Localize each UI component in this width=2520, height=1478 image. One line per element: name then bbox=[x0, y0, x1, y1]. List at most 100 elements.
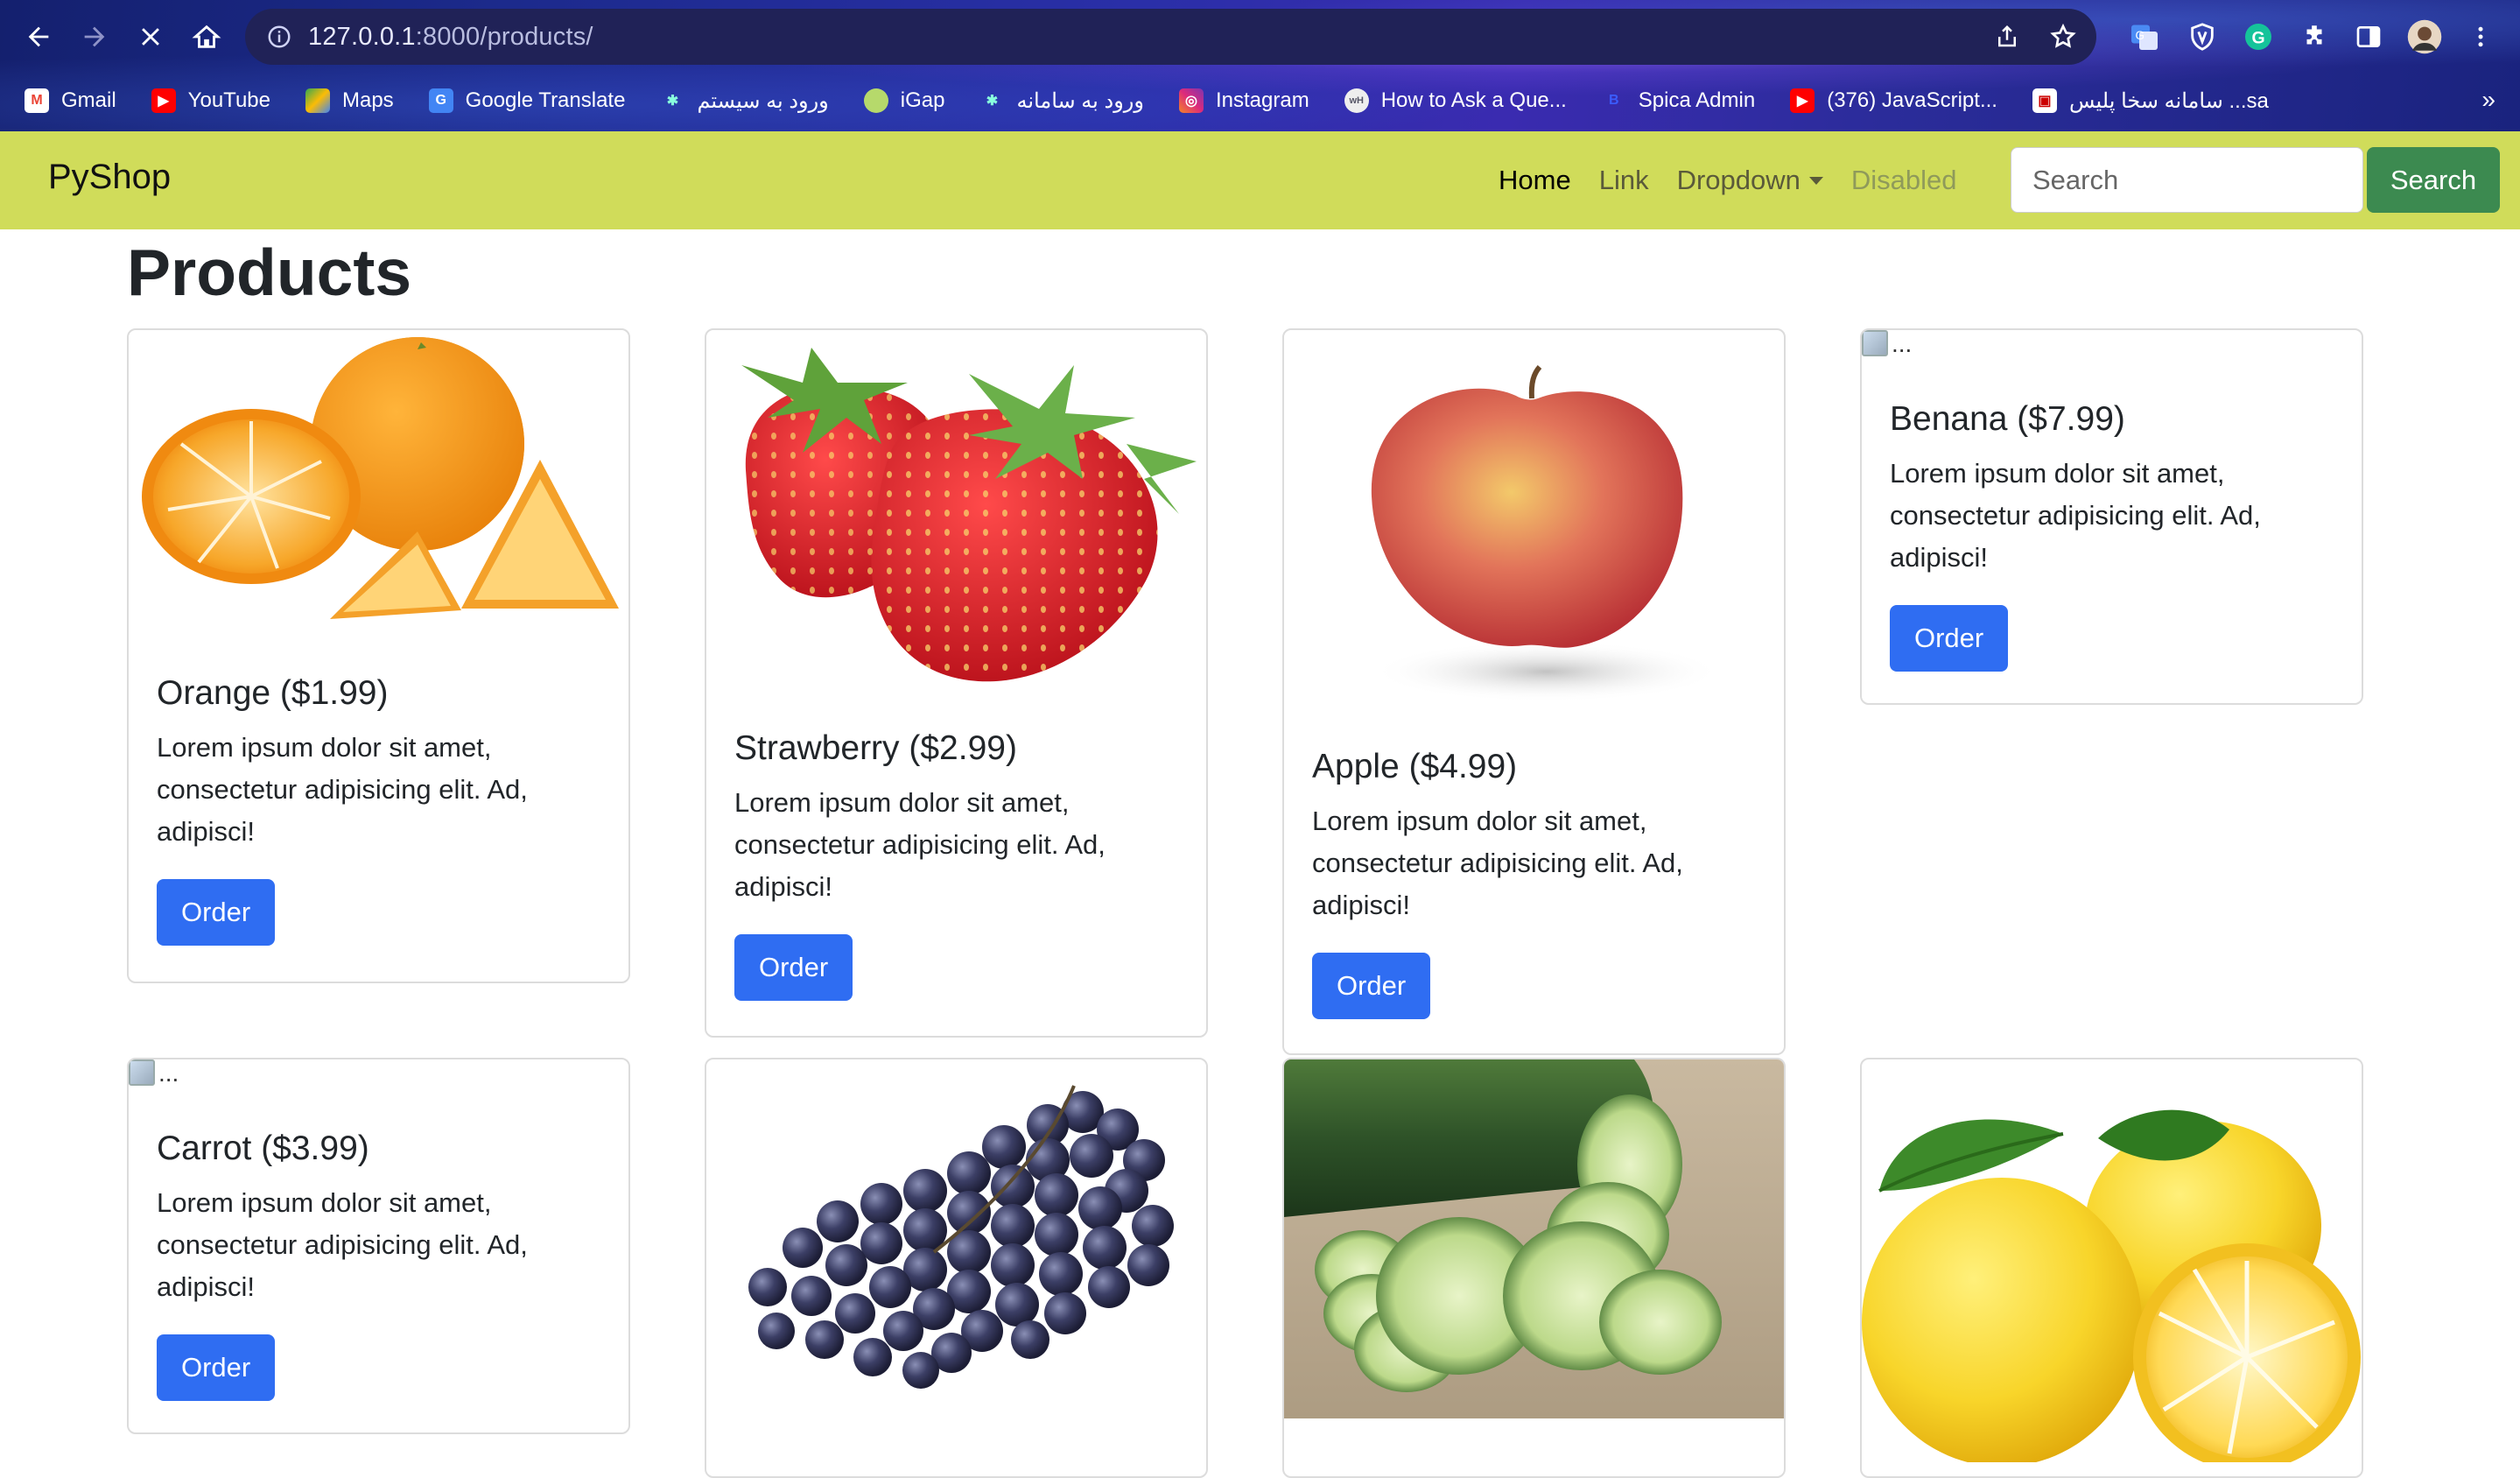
bookmark-javascript-video[interactable]: ▶ (376) JavaScript... bbox=[1790, 88, 1997, 113]
product-card-banana: ... Benana ($7.99) Lorem ipsum dolor sit… bbox=[1860, 328, 2363, 705]
home-icon[interactable] bbox=[186, 16, 228, 58]
card-body: Strawberry ($2.99) Lorem ipsum dolor sit… bbox=[734, 729, 1190, 1001]
wikihow-icon: wH bbox=[1344, 88, 1369, 113]
bookmark-label: Instagram bbox=[1215, 88, 1309, 112]
bookmark-igap[interactable]: iGap bbox=[863, 88, 945, 113]
card-body: Orange ($1.99) Lorem ipsum dolor sit ame… bbox=[157, 674, 612, 946]
back-icon[interactable] bbox=[18, 16, 60, 58]
bookmark-label: ورود به سامانه bbox=[1016, 88, 1144, 113]
product-image-cucumber bbox=[1284, 1059, 1784, 1418]
product-description: Lorem ipsum dolor sit amet, consectetur … bbox=[734, 787, 1106, 902]
bookmark-login-system[interactable]: ✱ ورود به سیستم bbox=[660, 88, 829, 114]
product-title: Benana ($7.99) bbox=[1890, 400, 2125, 438]
bookmark-instagram[interactable]: ◎ Instagram bbox=[1178, 88, 1309, 113]
url-path: :8000/products/ bbox=[415, 22, 593, 51]
translate-extension-icon[interactable]: G bbox=[2125, 18, 2164, 56]
bookmark-maps[interactable]: Maps bbox=[305, 88, 394, 113]
bookmark-label: Spica Admin bbox=[1638, 88, 1756, 112]
url-text: 127.0.0.1:8000/products/ bbox=[308, 23, 593, 52]
bookmark-youtube[interactable]: ▶ YouTube bbox=[151, 88, 270, 113]
product-card-apple: Apple ($4.99) Lorem ipsum dolor sit amet… bbox=[1282, 328, 1786, 1055]
maps-icon bbox=[305, 88, 330, 113]
nav-link[interactable]: Link bbox=[1599, 165, 1649, 196]
order-button[interactable]: Order bbox=[1890, 605, 2009, 672]
order-button[interactable]: Order bbox=[157, 1334, 276, 1401]
shield-extension-icon[interactable] bbox=[2183, 18, 2222, 56]
instagram-icon: ◎ bbox=[1178, 88, 1204, 113]
bookmark-star-icon[interactable] bbox=[2047, 21, 2079, 53]
svg-text:G: G bbox=[2136, 29, 2145, 42]
image-alt-text: ... bbox=[158, 1059, 179, 1087]
product-card-carrot: ... Carrot ($3.99) Lorem ipsum dolor sit… bbox=[127, 1058, 630, 1434]
bookmark-label: Maps bbox=[341, 88, 394, 112]
order-button[interactable]: Order bbox=[734, 934, 853, 1001]
product-image-apple bbox=[1284, 330, 1784, 715]
side-panel-icon[interactable] bbox=[2349, 18, 2388, 56]
product-card-strawberry: Strawberry ($2.99) Lorem ipsum dolor sit… bbox=[705, 328, 1208, 1038]
bookmark-label: (376) JavaScript... bbox=[1827, 88, 1997, 112]
bookmark-spica-admin[interactable]: B Spica Admin bbox=[1602, 88, 1755, 113]
share-icon[interactable] bbox=[1991, 21, 2023, 53]
search-input[interactable] bbox=[2011, 147, 2363, 213]
navbar-brand[interactable]: PyShop bbox=[48, 158, 171, 197]
bookmark-label: How to Ask a Que... bbox=[1380, 88, 1567, 112]
stop-loading-icon[interactable] bbox=[130, 16, 172, 58]
product-image-strawberry bbox=[706, 330, 1206, 689]
product-image-grapes bbox=[706, 1059, 1206, 1427]
product-description: Lorem ipsum dolor sit amet, consectetur … bbox=[157, 1187, 528, 1302]
broken-image: ... bbox=[129, 1059, 179, 1087]
product-title: Carrot ($3.99) bbox=[157, 1130, 369, 1167]
svg-text:G: G bbox=[2252, 29, 2265, 48]
nav-dropdown-label: Dropdown bbox=[1676, 165, 1801, 195]
order-button[interactable]: Order bbox=[1312, 953, 1431, 1019]
product-card-orange: Orange ($1.99) Lorem ipsum dolor sit ame… bbox=[127, 328, 630, 983]
card-body: Benana ($7.99) Lorem ipsum dolor sit ame… bbox=[1890, 400, 2345, 672]
address-bar[interactable]: 127.0.0.1:8000/products/ bbox=[245, 9, 2096, 65]
bookmark-police-portal[interactable]: ▣ سامانه سخا پلیس ...sa bbox=[2032, 88, 2269, 114]
police-icon: ▣ bbox=[2032, 88, 2057, 113]
bookmarks-overflow-button[interactable]: » bbox=[2481, 86, 2495, 114]
translate-icon: G bbox=[428, 88, 453, 113]
order-button[interactable]: Order bbox=[157, 879, 276, 946]
nav-disabled-link: Disabled bbox=[1850, 165, 1957, 195]
nav-dropdown-toggle[interactable]: Dropdown bbox=[1677, 165, 1823, 196]
bookmark-label: سامانه سخا پلیس ...sa bbox=[2068, 88, 2269, 113]
product-description: Lorem ipsum dolor sit amet, consectetur … bbox=[1312, 806, 1683, 920]
product-image-orange bbox=[129, 330, 628, 628]
nav-home-link[interactable]: Home bbox=[1499, 165, 1571, 196]
bookmark-gmail[interactable]: M Gmail bbox=[25, 88, 116, 113]
youtube-icon: ▶ bbox=[151, 88, 176, 113]
site-icon: ✱ bbox=[986, 94, 999, 109]
broken-image-icon bbox=[129, 1059, 155, 1086]
product-image-lemon bbox=[1862, 1059, 2362, 1471]
bookmark-label: Gmail bbox=[61, 88, 116, 112]
page-title: Products bbox=[127, 236, 412, 309]
bookmark-label: iGap bbox=[900, 88, 945, 112]
site-info-icon[interactable] bbox=[264, 22, 294, 52]
product-description: Lorem ipsum dolor sit amet, consectetur … bbox=[1890, 458, 2261, 573]
search-button[interactable]: Search bbox=[2367, 147, 2500, 213]
card-body: Apple ($4.99) Lorem ipsum dolor sit amet… bbox=[1312, 748, 1767, 1019]
bookmark-label: Google Translate bbox=[465, 88, 626, 112]
browser-menu-icon[interactable] bbox=[2461, 18, 2500, 56]
profile-avatar[interactable] bbox=[2405, 18, 2444, 56]
igap-icon bbox=[863, 88, 888, 113]
product-title: Orange ($1.99) bbox=[157, 674, 389, 712]
product-description: Lorem ipsum dolor sit amet, consectetur … bbox=[157, 732, 528, 847]
url-host: 127.0.0.1 bbox=[308, 22, 416, 51]
bookmark-login-portal[interactable]: ✱ ورود به سامانه bbox=[979, 88, 1144, 114]
forward-icon[interactable] bbox=[74, 16, 116, 58]
product-card-grapes bbox=[705, 1058, 1208, 1478]
bookmark-wikihow[interactable]: wH How to Ask a Que... bbox=[1344, 88, 1567, 113]
grammarly-icon[interactable]: G bbox=[2239, 18, 2278, 56]
browser-toolbar: 127.0.0.1:8000/products/ G G bbox=[0, 0, 2520, 74]
site-navbar: PyShop Home Link Dropdown Disabled Searc… bbox=[0, 131, 2520, 229]
bookmark-google-translate[interactable]: G Google Translate bbox=[428, 88, 626, 113]
product-title: Apple ($4.99) bbox=[1312, 748, 1518, 785]
extensions-puzzle-icon[interactable] bbox=[2295, 18, 2334, 56]
nav-links: Home Link Dropdown Disabled bbox=[1499, 165, 1985, 196]
bookmarks-bar: M Gmail ▶ YouTube Maps G Google Translate ✱… bbox=[0, 79, 2520, 123]
browser-chrome: 127.0.0.1:8000/products/ G G M Gmail ▶ Y… bbox=[0, 0, 2520, 131]
product-card-lemon bbox=[1860, 1058, 2363, 1478]
caret-down-icon bbox=[1808, 176, 1823, 185]
